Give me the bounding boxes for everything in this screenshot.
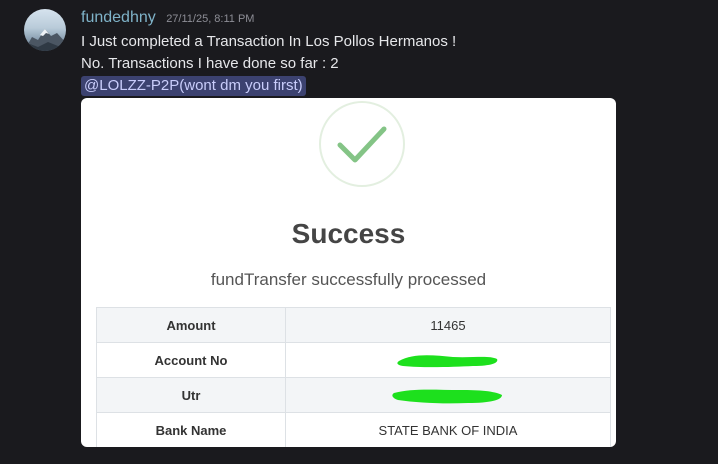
success-subtitle: fundTransfer successfully processed xyxy=(210,270,487,289)
username[interactable]: fundedhny xyxy=(81,9,156,26)
message-line: No. Transactions I have done so far : 2 xyxy=(81,55,339,72)
redacted-account-number xyxy=(285,342,611,378)
mountain-avatar-icon xyxy=(24,29,66,51)
avatar[interactable] xyxy=(24,9,66,51)
row-value: STATE BANK OF INDIA xyxy=(285,412,611,447)
image-attachment[interactable]: Success fundTransfer successfully proces… xyxy=(81,98,616,447)
row-label: Utr xyxy=(96,377,286,413)
timestamp: 27/11/25, 8:11 PM xyxy=(166,13,255,25)
redaction-scribble xyxy=(392,389,502,404)
redaction-scribble xyxy=(397,355,498,368)
row-label: Bank Name xyxy=(96,412,286,447)
message-header: fundedhny 27/11/25, 8:11 PM xyxy=(81,9,254,29)
row-value: 11465 xyxy=(285,307,611,343)
row-label: Amount xyxy=(96,307,286,343)
user-mention[interactable]: @LOLZZ-P2P(wont dm you first) xyxy=(81,76,306,96)
row-label: Account No xyxy=(96,342,286,378)
table-row: Utr xyxy=(96,377,611,413)
message-line: I Just completed a Transaction In Los Po… xyxy=(81,33,457,50)
check-icon xyxy=(337,126,387,163)
success-title: Success xyxy=(291,218,406,249)
table-row: Bank Name STATE BANK OF INDIA xyxy=(96,412,611,447)
table-row: Account No xyxy=(96,342,611,378)
redacted-utr xyxy=(285,377,611,413)
transaction-details-table: Amount 11465 Account No Utr Bank Name ST… xyxy=(96,307,611,447)
success-badge xyxy=(319,101,405,187)
table-row: Amount 11465 xyxy=(96,307,611,343)
